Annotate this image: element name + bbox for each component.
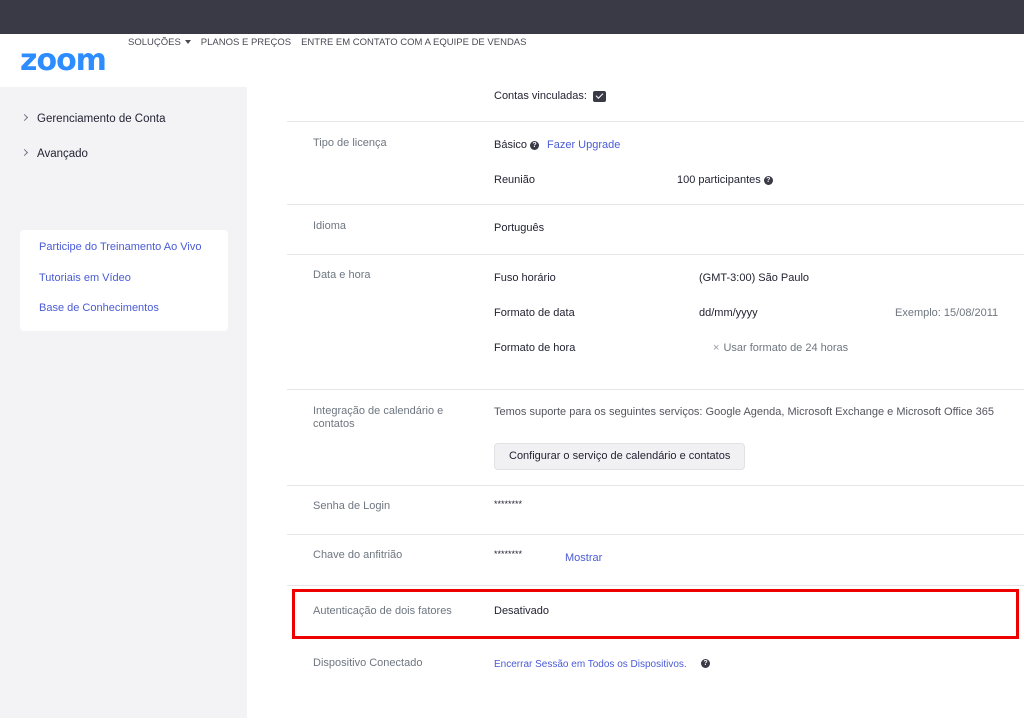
chevron-right-icon <box>20 149 29 157</box>
zoom-logo[interactable]: zoom <box>20 42 107 80</box>
help-icon[interactable]: ? <box>530 140 540 150</box>
caret-down-icon <box>184 40 191 45</box>
nav-solutions[interactable]: SOLUÇÕES <box>128 37 191 48</box>
upgrade-link[interactable]: Fazer Upgrade <box>547 139 620 151</box>
date-format-value: dd/mm/yyyy <box>699 307 758 319</box>
close-icon: × <box>713 342 720 354</box>
sign-out-all-devices-link[interactable]: Encerrar Sessão em Todos os Dispositivos… <box>494 659 687 670</box>
language-value: Português <box>494 222 545 234</box>
help-icon[interactable]: ? <box>763 175 773 185</box>
sidebar-item-advanced[interactable]: Avançado <box>20 148 88 160</box>
top-nav: SOLUÇÕES PLANOS E PREÇOS ENTRE EM CONTAT… <box>128 37 526 48</box>
license-value: Básico? <box>494 139 540 151</box>
date-format-label: Formato de data <box>494 307 575 319</box>
divider <box>287 389 1024 390</box>
nav-contact-sales[interactable]: ENTRE EM CONTATO COM A EQUIPE DE VENDAS <box>301 37 526 48</box>
linked-accounts: Contas vinculadas: <box>494 90 607 102</box>
login-password-value: ******** <box>494 499 523 509</box>
calendar-text: Temos suporte para os seguintes serviços… <box>494 406 994 418</box>
link-knowledge-base[interactable]: Base de Conhecimentos <box>39 302 159 314</box>
highlight-box <box>292 589 1019 639</box>
language-label: Idioma <box>313 220 347 232</box>
datetime-label: Data e hora <box>313 269 371 281</box>
divider <box>287 204 1024 205</box>
chevron-right-icon <box>20 114 29 122</box>
show-host-key-link[interactable]: Mostrar <box>565 552 602 564</box>
time-format-label: Formato de hora <box>494 342 576 354</box>
header: zoom SOLUÇÕES PLANOS E PREÇOS ENTRE EM C… <box>0 34 1024 87</box>
divider <box>287 534 1024 535</box>
meeting-label: Reunião <box>494 174 535 186</box>
time-format-value: × Usar formato de 24 horas <box>713 342 849 354</box>
host-key-value: ******** <box>494 549 523 559</box>
help-card: Participe do Treinamento Ao Vivo Tutoria… <box>20 230 228 331</box>
calendar-label: Integração de calendário e contatos <box>313 405 444 430</box>
divider <box>287 585 1024 586</box>
nav-plans-pricing[interactable]: PLANOS E PREÇOS <box>201 37 291 48</box>
sidebar: Zoom Rooms Gerenciamento de Conta Avança… <box>0 34 247 718</box>
date-format-example: Exemplo: 15/08/2011 <box>895 307 999 319</box>
divider <box>287 254 1024 255</box>
link-live-training[interactable]: Participe do Treinamento Ao Vivo <box>39 241 201 253</box>
divider <box>287 485 1024 486</box>
top-bar <box>0 0 1024 34</box>
divider <box>287 121 1024 122</box>
device-label: Dispositivo Conectado <box>313 657 423 669</box>
help-icon[interactable]: ? <box>701 658 710 668</box>
host-key-label: Chave do anfitrião <box>313 549 403 561</box>
meeting-value: 100 participantes? <box>677 174 773 186</box>
sidebar-item-account-management[interactable]: Gerenciamento de Conta <box>20 113 166 125</box>
timezone-value: (GMT-3:00) São Paulo <box>699 272 810 284</box>
license-label: Tipo de licença <box>313 137 387 149</box>
device-help: ? <box>698 657 710 669</box>
link-video-tutorials[interactable]: Tutoriais em Vídeo <box>39 272 131 284</box>
timezone-label: Fuso horário <box>494 272 556 284</box>
login-password-label: Senha de Login <box>313 500 391 512</box>
configure-calendar-button[interactable]: Configurar o serviço de calendário e con… <box>494 443 746 470</box>
mail-icon[interactable] <box>593 90 607 102</box>
